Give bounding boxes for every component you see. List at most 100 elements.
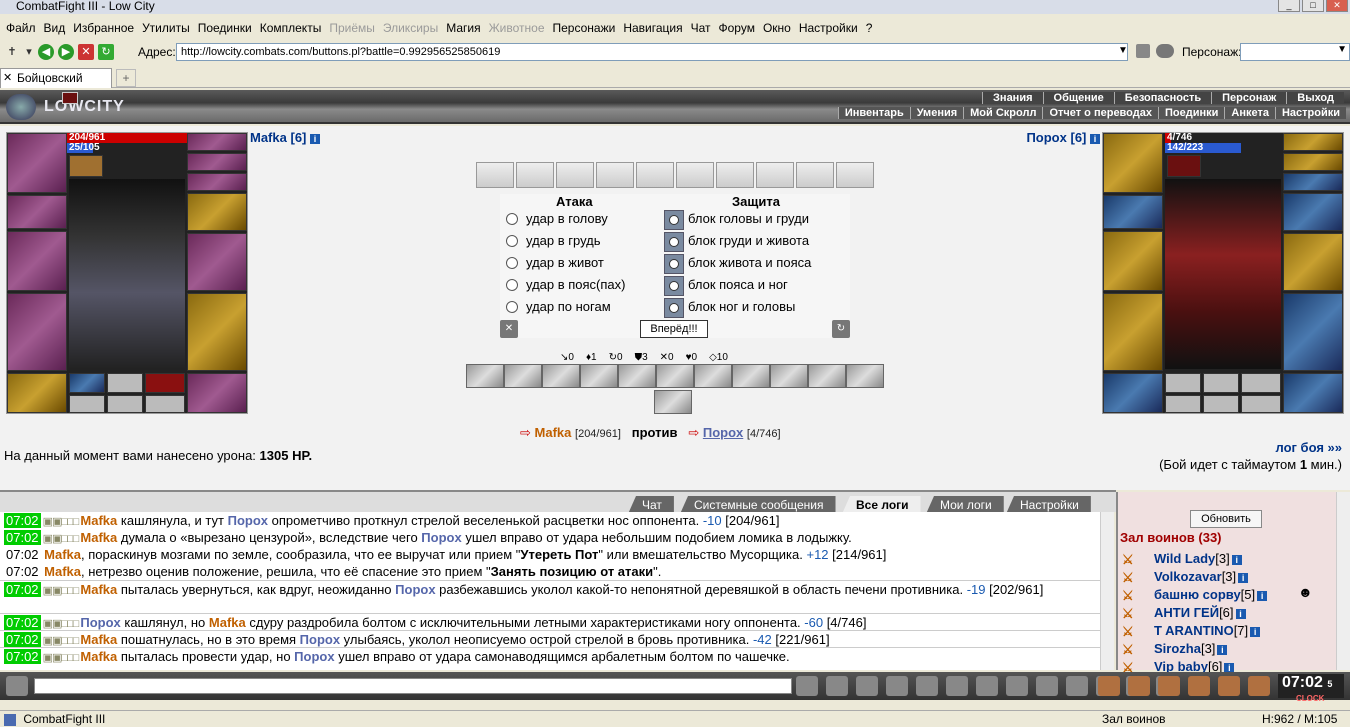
radio-button[interactable] [506,279,518,291]
users-icon[interactable] [1156,44,1174,58]
scroll-slot[interactable] [796,162,834,188]
tab-close-icon[interactable]: ✕ [3,69,12,88]
radio-button[interactable] [664,232,684,252]
earring-slot[interactable] [187,133,247,151]
leggings-slot[interactable] [187,293,247,371]
weapon-slot[interactable] [7,231,67,291]
warrior-name[interactable]: Sirozha [1154,641,1201,656]
scroll-slot[interactable] [756,162,794,188]
warrior-item[interactable]: ⚔ Volkozavar[3] i [1122,568,1249,586]
opp-amulet-slot[interactable] [1283,153,1343,171]
block-option[interactable]: блок живота и пояса [664,254,811,274]
radio-button[interactable] [664,298,684,318]
new-tab-button[interactable]: + [116,69,136,87]
block-option[interactable]: блок пояса и ног [664,276,788,296]
log-actor[interactable]: Mafka [80,530,117,545]
block-option[interactable]: блок груди и живота [664,232,809,252]
action-icon[interactable] [1128,676,1150,696]
menu-item[interactable]: Животное [489,21,545,35]
warrior-name[interactable]: башню сорву [1154,587,1241,602]
smiley-icon[interactable] [6,676,28,696]
menu-item[interactable]: Магия [446,21,480,35]
warrior-name[interactable]: Wild Lady [1154,551,1215,566]
attack-option[interactable]: удар в голову [502,210,608,230]
skill-button[interactable] [732,364,770,388]
nav-bottom-item[interactable]: Инвентарь [837,107,910,119]
radio-button[interactable] [506,213,518,225]
gloves-slot[interactable] [7,195,67,229]
battle-log-link[interactable]: лог боя »» [1275,440,1342,455]
scroll-slot[interactable] [556,162,594,188]
battle-icon[interactable]: ⚔ [1122,623,1144,639]
scroll-slot[interactable] [596,162,634,188]
scroll-slot[interactable] [516,162,554,188]
skill-button[interactable] [656,364,694,388]
info-icon[interactable]: i [1235,608,1246,619]
log-target[interactable]: Пороx [395,582,435,597]
opponent-info-icon[interactable]: i [1090,133,1100,144]
player-info-icon[interactable]: i [310,133,320,144]
log-actor[interactable]: Mafka [44,547,81,562]
info-icon[interactable]: i [1250,626,1261,637]
maximize-button[interactable]: □ [1302,0,1324,12]
nav-top-item[interactable]: Безопасность [1113,92,1212,104]
opp-rune-slot-4[interactable] [1165,395,1201,413]
pin-icon[interactable]: ✝ [4,44,20,60]
skill-button[interactable] [808,364,846,388]
nav-bottom-item[interactable]: Отчет о переводах [1042,107,1158,119]
opp-rune-slot-6[interactable] [1241,395,1281,413]
log-target[interactable]: Пороx [421,530,461,545]
log-actor[interactable]: Mafka [80,649,117,664]
opp-rune-slot-5[interactable] [1203,395,1239,413]
attack-option[interactable]: удар в живот [502,254,604,274]
log-actor[interactable]: Пороx [80,615,120,630]
menu-item[interactable]: Форум [719,21,755,35]
menu-item[interactable]: Чат [691,21,711,35]
menu-item[interactable]: ? [866,21,873,35]
skill-button[interactable] [542,364,580,388]
forward-button[interactable]: Вперёд!!! [640,320,708,338]
persona-select[interactable]: ▼ [1240,43,1350,61]
menu-item[interactable]: Утилиты [142,21,190,35]
info-icon[interactable]: i [1231,554,1242,565]
opp-leggings-slot[interactable] [1283,293,1343,371]
back-icon[interactable]: ◀ [38,44,54,60]
toolbar-icon[interactable] [916,676,938,696]
toolbar-icon[interactable] [826,676,848,696]
gauntlet-slot[interactable] [187,193,247,231]
menu-item[interactable]: Приёмы [329,21,375,35]
info-icon[interactable]: i [1238,572,1249,583]
skill-button[interactable] [618,364,656,388]
attack-option[interactable]: удар в пояс(пах) [502,276,625,296]
warrior-name[interactable]: T ARANTINO [1154,623,1234,638]
nav-top-item[interactable]: Знания [982,92,1043,104]
toolbar-icon[interactable] [856,676,878,696]
nav-bottom-item[interactable]: Мой Скролл [963,107,1043,119]
opp-ring-slots[interactable] [1283,173,1343,191]
action-icon[interactable] [1158,676,1180,696]
action-icon[interactable] [1248,676,1270,696]
menu-item[interactable]: Поединки [198,21,252,35]
ring-slot[interactable] [69,373,105,393]
warrior-item[interactable]: ⚔ T ARANTINO[7] i [1122,622,1261,640]
attack-option[interactable]: удар в грудь [502,232,601,252]
toolbar-icon[interactable] [796,676,818,696]
warrior-item[interactable]: ⚔ Wild Lady[3] i [1122,550,1242,568]
log-target[interactable]: Пороx [228,513,268,528]
scroll-slot[interactable] [636,162,674,188]
player-name[interactable]: Mafka [6] i [250,130,320,145]
toolbar-icon[interactable] [946,676,968,696]
warrior-item[interactable]: ⚔ АНТИ ГЕЙ[6] i [1122,604,1246,622]
forward-icon[interactable]: ▶ [58,44,74,60]
action-icon[interactable] [1218,676,1240,696]
block-option[interactable]: блок головы и груди [664,210,809,230]
info-icon[interactable]: i [1257,590,1268,601]
toolbar-icon[interactable] [886,676,908,696]
radio-button[interactable] [506,301,518,313]
address-dropdown-icon[interactable]: ▼ [1118,45,1128,56]
radio-button[interactable] [506,235,518,247]
opp-rune-slot-3[interactable] [1241,373,1281,393]
minimize-button[interactable]: _ [1278,0,1300,12]
opp-boots-slot[interactable] [1283,373,1343,413]
warrior-name[interactable]: АНТИ ГЕЙ [1154,605,1219,620]
